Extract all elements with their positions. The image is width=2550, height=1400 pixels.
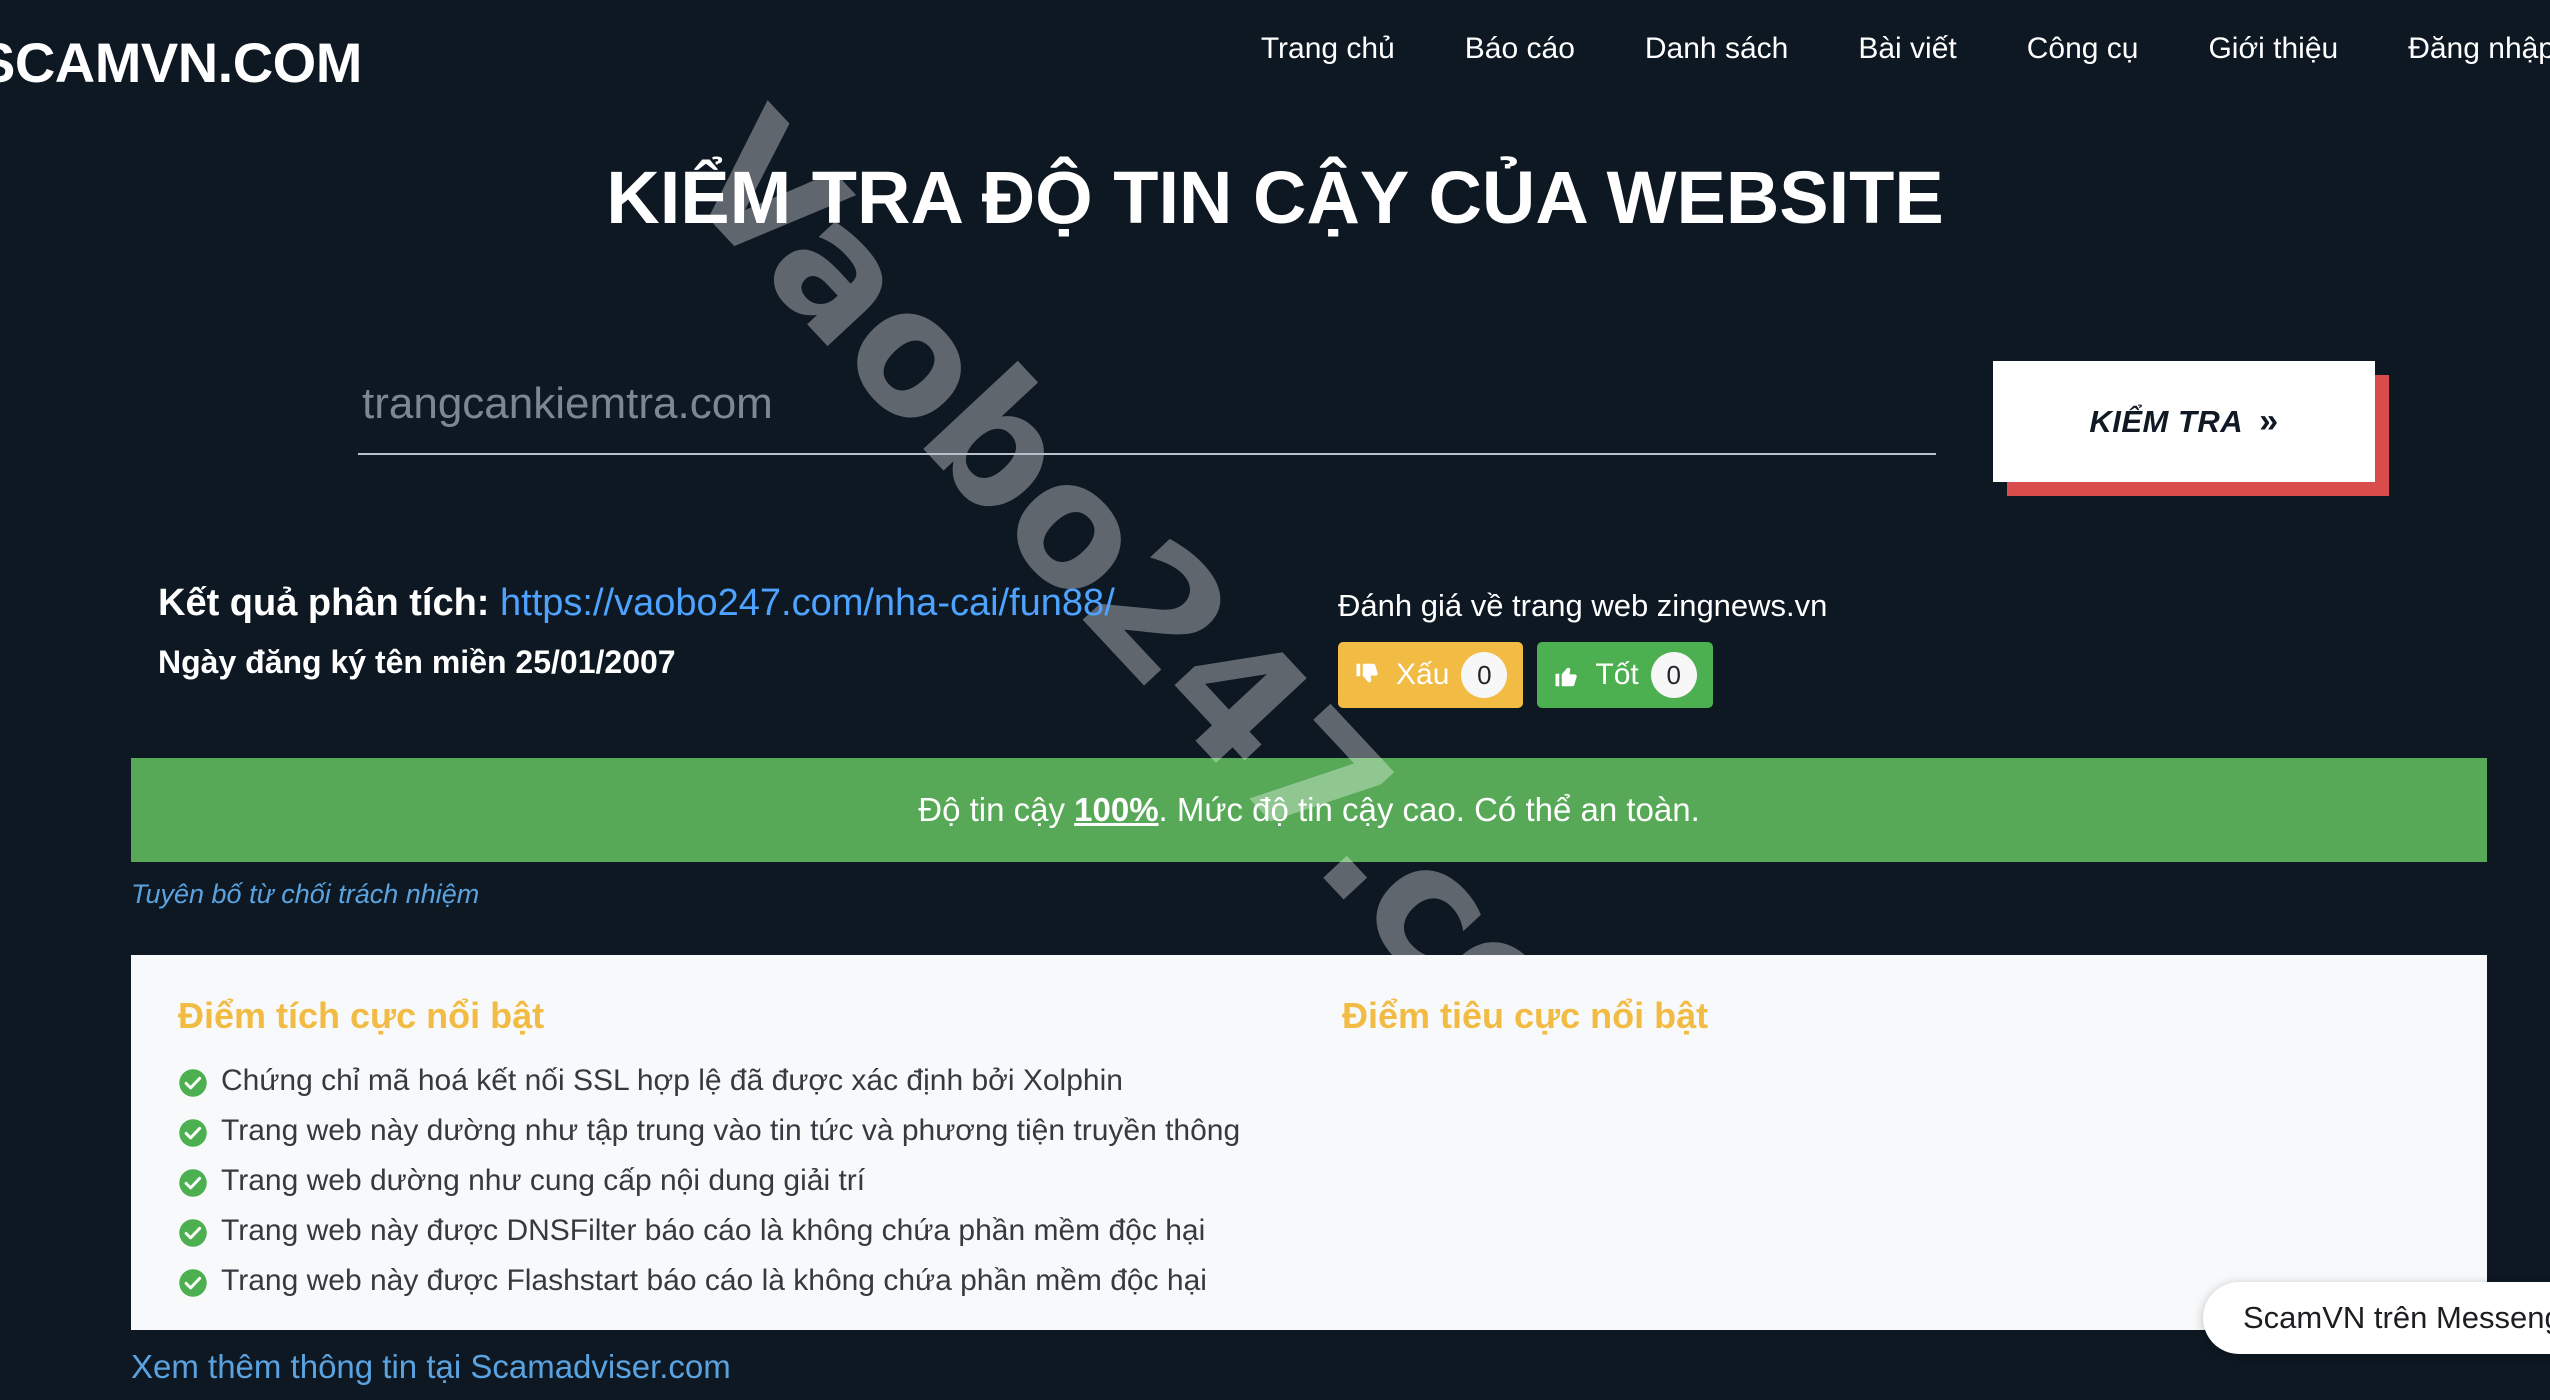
site-header: SCAMVN.COM Trang chủ Báo cáo Danh sách B… xyxy=(0,0,2550,115)
main-navigation: Trang chủ Báo cáo Danh sách Bài viết Côn… xyxy=(1226,26,2550,72)
check-circle-icon xyxy=(178,1118,208,1148)
disclaimer-link[interactable]: Tuyên bố từ chối trách nhiệm xyxy=(131,879,479,910)
check-button[interactable]: KIỂM TRA » xyxy=(1993,361,2375,482)
analysis-result-label: Kết quả phân tích: xyxy=(158,582,490,624)
search-input[interactable] xyxy=(358,373,1936,455)
nav-item-cong-cu[interactable]: Công cụ xyxy=(1992,26,2174,72)
messenger-label: ScamVN trên Messenger xyxy=(2243,1300,2550,1335)
vote-bad-button[interactable]: Xấu 0 xyxy=(1338,642,1524,708)
negative-points-heading: Điểm tiêu cực nổi bật xyxy=(1342,995,1709,1036)
list-item-label: Chứng chỉ mã hoá kết nối SSL hợp lệ đã đ… xyxy=(221,1064,1123,1097)
nav-item-bao-cao[interactable]: Báo cáo xyxy=(1430,26,1610,72)
page-title: KIỂM TRA ĐỘ TIN CẬY CỦA WEBSITE xyxy=(606,156,1944,239)
vote-good-label: Tốt xyxy=(1595,658,1639,691)
nav-item-danh-sach[interactable]: Danh sách xyxy=(1610,26,1823,72)
thumbs-down-icon xyxy=(1354,660,1384,690)
nav-item-dang-nhap[interactable]: Đăng nhập xyxy=(2373,26,2550,72)
trust-suffix: . Mức độ tin cậy cao. Có thể an toàn. xyxy=(1158,791,1700,828)
vote-good-count: 0 xyxy=(1650,652,1697,698)
double-chevron-right-icon: » xyxy=(2259,402,2279,440)
check-circle-icon xyxy=(178,1218,208,1248)
nav-item-bai-viet[interactable]: Bài viết xyxy=(1823,26,1991,72)
vote-bad-label: Xấu xyxy=(1396,658,1450,691)
more-info-link[interactable]: Xem thêm thông tin tại Scamadviser.com xyxy=(131,1348,731,1386)
check-circle-icon xyxy=(178,1268,208,1298)
list-item-label: Trang web này được DNSFilter báo cáo là … xyxy=(221,1214,1206,1247)
trust-prefix: Độ tin cậy xyxy=(918,791,1075,828)
thumbs-up-icon xyxy=(1553,660,1583,690)
check-button-label: KIỂM TRA xyxy=(2089,403,2244,439)
vote-bad-count: 0 xyxy=(1461,652,1508,698)
analysis-result-url[interactable]: https://vaobo247.com/nha-cai/fun88/ xyxy=(500,582,1115,624)
site-logo[interactable]: SCAMVN.COM xyxy=(0,30,362,95)
domain-registration-date: Ngày đăng ký tên miền 25/01/2007 xyxy=(158,643,676,680)
positive-points-column: Điểm tích cực nổi bật Chứng chỉ mã hoá k… xyxy=(178,955,1308,1307)
list-item-label: Trang web này dường như tập trung vào ti… xyxy=(221,1114,1241,1147)
list-item: Trang web này được Flashstart báo cáo là… xyxy=(178,1257,1308,1307)
check-button-wrapper: KIỂM TRA » xyxy=(1993,361,2389,496)
negative-points-column: Điểm tiêu cực nổi bật xyxy=(1342,955,2442,1057)
check-circle-icon xyxy=(178,1068,208,1098)
list-item: Trang web này được DNSFilter báo cáo là … xyxy=(178,1207,1308,1257)
trust-score-banner: Độ tin cậy 100%. Mức độ tin cậy cao. Có … xyxy=(131,758,2487,862)
analysis-result-block: Kết quả phân tích: https://vaobo247.com/… xyxy=(158,580,1115,681)
check-circle-icon xyxy=(178,1168,208,1198)
vote-block: Đánh giá về trang web zingnews.vn Xấu 0 xyxy=(1338,588,1827,708)
trust-score-text: Độ tin cậy 100%. Mức độ tin cậy cao. Có … xyxy=(918,791,1700,829)
highlight-points-card: Điểm tích cực nổi bật Chứng chỉ mã hoá k… xyxy=(131,955,2487,1330)
positive-points-heading: Điểm tích cực nổi bật xyxy=(178,995,545,1036)
search-field-wrapper xyxy=(358,373,1936,455)
list-item: Chứng chỉ mã hoá kết nối SSL hợp lệ đã đ… xyxy=(178,1057,1308,1107)
vote-buttons: Xấu 0 Tốt 0 xyxy=(1338,642,1827,708)
list-item-label: Trang web dường như cung cấp nội dung gi… xyxy=(221,1164,866,1197)
list-item: Trang web dường như cung cấp nội dung gi… xyxy=(178,1157,1308,1207)
list-item: Trang web này dường như tập trung vào ti… xyxy=(178,1107,1308,1157)
page-root: SCAMVN.COM Trang chủ Báo cáo Danh sách B… xyxy=(0,0,2550,1400)
trust-score-value: 100% xyxy=(1074,791,1159,828)
search-row: KIỂM TRA » xyxy=(0,355,2550,515)
nav-item-gioi-thieu[interactable]: Giới thiệu xyxy=(2173,26,2373,72)
positive-points-list: Chứng chỉ mã hoá kết nối SSL hợp lệ đã đ… xyxy=(178,1057,1308,1307)
nav-item-trang-chu[interactable]: Trang chủ xyxy=(1226,26,1430,72)
vote-good-button[interactable]: Tốt 0 xyxy=(1537,642,1713,708)
list-item-label: Trang web này được Flashstart báo cáo là… xyxy=(221,1264,1207,1297)
vote-title: Đánh giá về trang web zingnews.vn xyxy=(1338,588,1828,623)
analysis-result-line: Kết quả phân tích: https://vaobo247.com/… xyxy=(158,580,1115,628)
messenger-chat-button[interactable]: ScamVN trên Messenger xyxy=(2203,1282,2550,1354)
